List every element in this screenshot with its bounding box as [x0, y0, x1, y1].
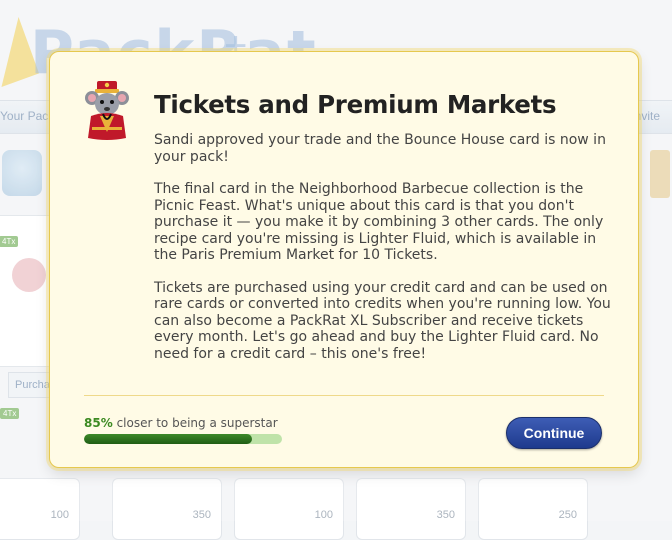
progress-label: closer to being a superstar: [116, 416, 278, 430]
continue-button[interactable]: Continue: [506, 417, 602, 449]
dialog-title: Tickets and Premium Markets: [154, 90, 557, 119]
progress-bar: [84, 434, 282, 444]
dialog-paragraph: Sandi approved your trade and the Bounce…: [154, 132, 606, 165]
progress-caption: 85% closer to being a superstar: [84, 416, 294, 430]
progress-percent: 85%: [84, 416, 113, 430]
superstar-progress: 85% closer to being a superstar: [84, 416, 294, 444]
dialog-body: Sandi approved your trade and the Bounce…: [154, 132, 614, 378]
dialog-paragraph: The final card in the Neighborhood Barbe…: [154, 181, 604, 263]
dialog-paragraph: Tickets are purchased using your credit …: [154, 279, 611, 362]
dialog-divider: [84, 395, 604, 396]
progress-bar-fill: [84, 434, 253, 444]
tutorial-dialog: Tickets and Premium Markets Sandi approv…: [49, 51, 639, 468]
rat-mascot-icon: [85, 81, 129, 140]
